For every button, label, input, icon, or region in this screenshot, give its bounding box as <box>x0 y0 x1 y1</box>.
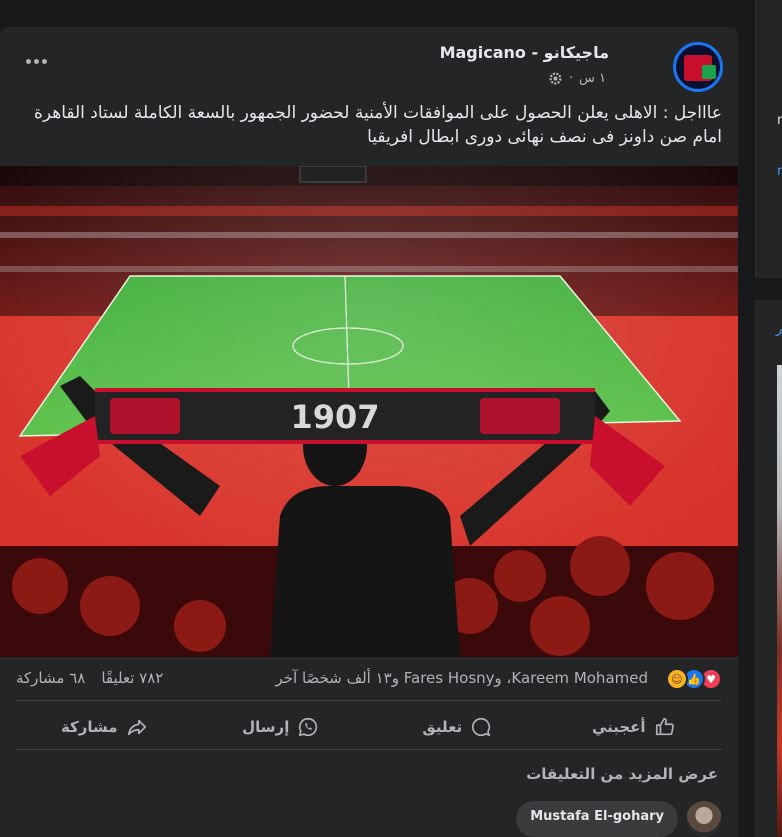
dot-icon <box>25 58 31 64</box>
comment-item: Mustafa El-gohary <box>516 801 722 837</box>
comments-count[interactable]: ٧٨٢ تعليقًا <box>101 669 163 687</box>
share-button[interactable]: مشاركة <box>16 705 193 749</box>
engagement-counts: ٧٨٢ تعليقًا ٦٨ مشاركة <box>16 669 163 687</box>
page-scrollbar[interactable] <box>738 0 755 837</box>
post-meta: ١ س · <box>548 71 606 86</box>
scarf-text: 1907 <box>290 398 379 436</box>
divider <box>16 749 722 750</box>
stadium-photo: 1907 <box>0 166 738 657</box>
dot-icon <box>33 58 39 64</box>
commenter-avatar[interactable] <box>686 801 722 837</box>
whatsapp-icon <box>299 717 318 737</box>
post-actions: أعجبني تعليق إرسال مشاركة <box>16 705 722 749</box>
right-panel-link-fragment[interactable]: n <box>777 164 782 179</box>
send-button[interactable]: إرسال <box>193 705 370 749</box>
send-label: إرسال <box>242 718 290 736</box>
dot-icon <box>41 58 47 64</box>
gear-icon[interactable] <box>548 71 563 86</box>
right-panel-thumbnail[interactable] <box>777 365 782 837</box>
post-author-name[interactable]: ماجيكانو - Magicano <box>440 43 609 62</box>
right-panel-link-fragment[interactable]: ر <box>776 322 782 337</box>
thumbs-up-icon <box>655 717 674 736</box>
like-button[interactable]: أعجبني <box>546 705 723 749</box>
logo-accent <box>702 65 716 79</box>
post-timestamp[interactable]: ١ س <box>579 71 606 86</box>
comment-icon <box>472 717 491 737</box>
commenter-name[interactable]: Mustafa El-gohary <box>530 809 664 824</box>
right-panel-fragment: n <box>777 113 782 128</box>
share-icon <box>127 719 146 736</box>
comment-label: تعليق <box>422 718 463 736</box>
shares-count[interactable]: ٦٨ مشاركة <box>16 669 85 687</box>
post-options-button[interactable] <box>22 47 50 75</box>
post-text: عاااجل : الاهلى يعلن الحصول على الموافقا… <box>33 103 722 147</box>
share-label: مشاركة <box>60 718 118 736</box>
like-label: أعجبني <box>591 718 646 736</box>
reactions-summary[interactable]: Kareem Mohamed، وFares Hosny و١٣ ألف شخص… <box>276 669 649 687</box>
post-card: ماجيكانو - Magicano ١ س · عاااجل : الاهل… <box>0 27 738 837</box>
view-more-comments-link[interactable]: عرض المزيد من التعليقات <box>526 765 718 783</box>
comment-bubble: Mustafa El-gohary <box>516 801 678 837</box>
page-avatar[interactable] <box>673 42 723 92</box>
haha-icon: ☺ <box>666 668 688 690</box>
reaction-icons[interactable]: ♥ 👍 ☺ <box>666 668 722 690</box>
divider <box>16 700 722 701</box>
comment-button[interactable]: تعليق <box>369 705 546 749</box>
separator: · <box>568 71 573 86</box>
right-panel-top: n n <box>755 0 782 278</box>
reactions-bar: ♥ 👍 ☺ Kareem Mohamed، وFares Hosny و١٣ أ… <box>0 665 738 695</box>
post-photo[interactable]: 1907 <box>0 166 738 657</box>
